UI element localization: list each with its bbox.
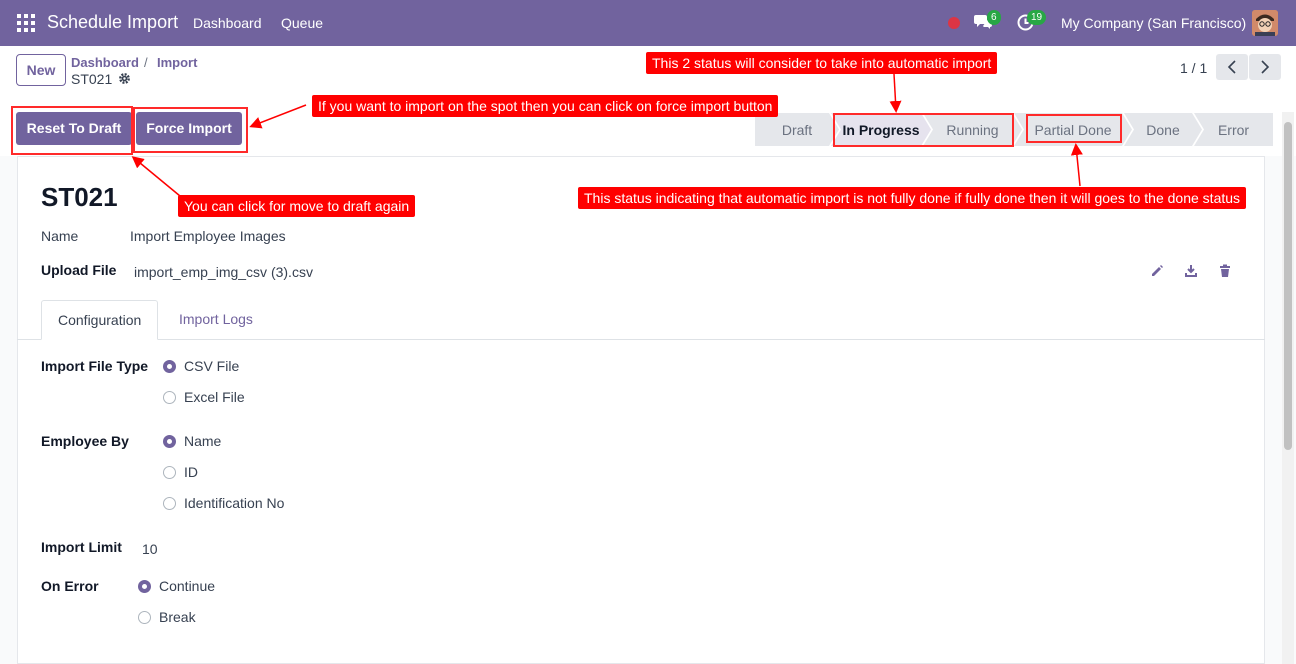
nav-link-dashboard[interactable]: Dashboard [193, 15, 262, 31]
gear-icon[interactable] [118, 72, 131, 85]
record-title: ST021 [41, 182, 118, 212]
name-field[interactable]: Import Employee Images [130, 228, 286, 244]
annotation-status-note: This 2 status will consider to take into… [646, 52, 998, 74]
stage-draft[interactable]: Draft [755, 113, 839, 146]
pager-previous-button[interactable] [1216, 54, 1248, 80]
user-avatar[interactable] [1252, 10, 1278, 36]
import-file-type-label: Import File Type [41, 358, 149, 374]
option-identification-no[interactable]: Identification No [184, 495, 284, 511]
radio-id[interactable] [163, 466, 176, 479]
upload-file-name[interactable]: import_emp_img_csv (3).csv [134, 264, 313, 280]
highlight-reset-to-draft [11, 106, 133, 155]
tab-import-logs[interactable]: Import Logs [163, 300, 269, 340]
notebook-tabs: Configuration Import Logs [17, 300, 1265, 340]
recording-dot-icon[interactable] [948, 17, 960, 29]
option-excel-file[interactable]: Excel File [184, 389, 245, 405]
chevron-left-icon [1227, 60, 1236, 74]
radio-name[interactable] [163, 435, 176, 448]
employee-by-label: Employee By [41, 433, 129, 449]
tab-configuration[interactable]: Configuration [41, 300, 159, 340]
stage-done[interactable]: Done [1124, 113, 1202, 146]
activity-count-badge: 19 [1027, 10, 1047, 25]
scrollbar-thumb[interactable] [1284, 122, 1292, 450]
pager-next-button[interactable] [1249, 54, 1281, 80]
option-continue[interactable]: Continue [159, 578, 215, 594]
radio-break[interactable] [138, 611, 151, 624]
radio-continue[interactable] [138, 580, 151, 593]
download-icon[interactable] [1184, 264, 1198, 278]
new-button[interactable]: New [16, 54, 66, 86]
option-break[interactable]: Break [159, 609, 196, 625]
option-name[interactable]: Name [184, 433, 221, 449]
top-navbar: Schedule Import Dashboard Queue 6 19 My … [0, 0, 1296, 46]
highlight-force-import [133, 107, 248, 153]
radio-excel-file[interactable] [163, 391, 176, 404]
apps-menu-icon[interactable] [17, 14, 35, 32]
edit-pencil-icon[interactable] [1150, 264, 1164, 278]
highlight-in-progress-running [833, 113, 1014, 147]
option-csv-file[interactable]: CSV File [184, 358, 239, 374]
chevron-right-icon [1261, 60, 1270, 74]
highlight-partial-done [1026, 114, 1122, 143]
name-label: Name [41, 228, 79, 244]
app-title[interactable]: Schedule Import [47, 12, 178, 33]
import-limit-field[interactable]: 10 [142, 541, 158, 557]
company-switcher[interactable]: My Company (San Francisco) [1061, 15, 1246, 31]
annotation-force-note: If you want to import on the spot then y… [312, 95, 779, 117]
breadcrumb-record: ST021 [71, 71, 113, 87]
trash-icon[interactable] [1218, 264, 1232, 278]
import-limit-label: Import Limit [41, 539, 122, 555]
radio-identification-no[interactable] [163, 497, 176, 510]
annotation-partial-note: This status indicating that automatic im… [578, 187, 1247, 209]
annotation-draft-note: You can click for move to draft again [178, 195, 416, 217]
breadcrumb-dashboard[interactable]: Dashboard [71, 55, 139, 70]
chat-count-badge: 6 [987, 10, 1001, 25]
stage-error[interactable]: Error [1194, 113, 1273, 146]
page-scrollbar[interactable] [1282, 112, 1294, 664]
option-id[interactable]: ID [184, 464, 198, 480]
breadcrumb-separator: / [144, 55, 148, 70]
pager-value: 1 / 1 [1180, 60, 1208, 76]
upload-file-label: Upload File [41, 262, 117, 278]
on-error-label: On Error [41, 578, 99, 594]
nav-link-queue[interactable]: Queue [281, 15, 323, 31]
breadcrumb-import[interactable]: Import [157, 55, 197, 70]
radio-csv-file[interactable] [163, 360, 176, 373]
